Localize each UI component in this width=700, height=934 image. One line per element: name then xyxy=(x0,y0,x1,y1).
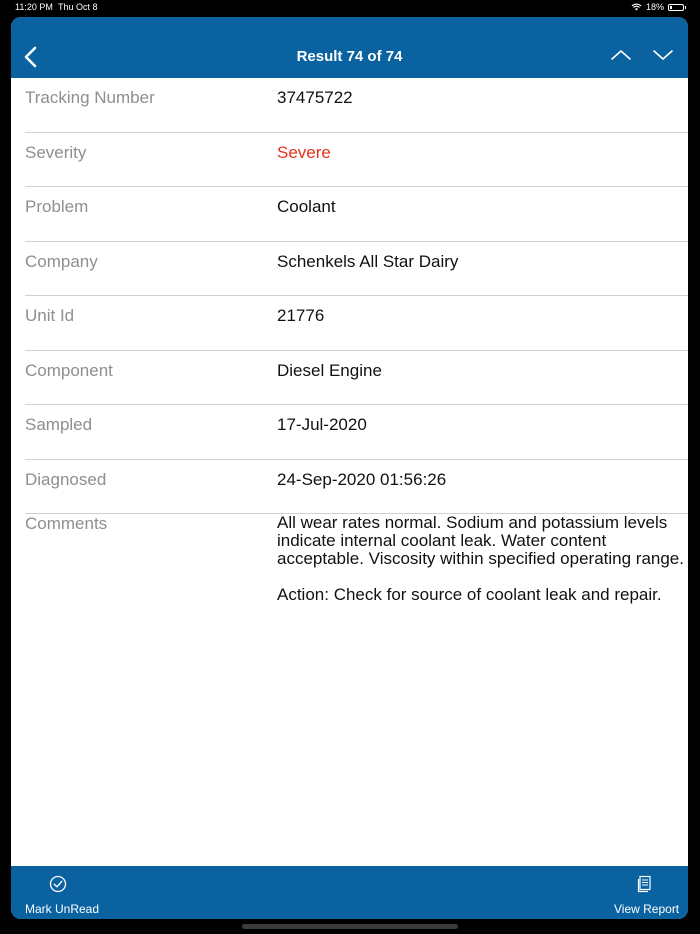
status-bar: 11:20 PM Thu Oct 8 18% xyxy=(0,0,700,16)
row-severity: Severity Severe xyxy=(11,133,688,187)
checkmark-circle-icon xyxy=(49,875,67,893)
unit-id-label: Unit Id xyxy=(25,306,75,325)
row-company: Company Schenkels All Star Dairy xyxy=(11,242,688,296)
battery-percent: 18% xyxy=(645,2,664,12)
row-component: Component Diesel Engine xyxy=(11,351,688,405)
mark-unread-label: Mark UnRead xyxy=(25,902,100,916)
row-diagnosed: Diagnosed 24-Sep-2020 01:56:26 xyxy=(11,460,688,514)
battery-icon xyxy=(668,3,684,11)
chevron-up-icon[interactable] xyxy=(609,47,633,63)
wifi-icon xyxy=(631,3,642,11)
row-unit-id: Unit Id 21776 xyxy=(11,296,688,351)
chevron-down-icon[interactable] xyxy=(651,47,675,63)
row-sampled: Sampled 17-Jul-2020 xyxy=(11,405,688,460)
comments-value: All wear rates normal. Sodium and potass… xyxy=(277,513,684,604)
detail-list: Tracking Number 37475722 Severity Severe… xyxy=(11,78,688,604)
comments-label: Comments xyxy=(25,514,108,533)
diagnosed-value: 24-Sep-2020 01:56:26 xyxy=(277,469,447,489)
nav-bar: Result 74 of 74 xyxy=(11,17,688,78)
tracking-number-label: Tracking Number xyxy=(25,88,155,107)
document-icon xyxy=(637,875,651,893)
mark-unread-button[interactable]: Mark UnRead xyxy=(24,866,104,919)
severity-value: Severe xyxy=(277,142,331,162)
component-label: Component xyxy=(25,360,113,380)
view-report-button[interactable]: View Report xyxy=(611,866,683,919)
sampled-label: Sampled xyxy=(25,415,93,434)
company-value: Schenkels All Star Dairy xyxy=(277,251,459,271)
status-right: 18% xyxy=(631,2,686,12)
diagnosed-label: Diagnosed xyxy=(25,469,107,489)
component-value: Diesel Engine xyxy=(277,360,382,380)
bottom-toolbar: Mark UnRead View Report xyxy=(11,866,688,919)
tracking-number-value: 37475722 xyxy=(277,88,353,107)
company-label: Company xyxy=(25,251,98,271)
battery-level xyxy=(670,5,672,9)
problem-label: Problem xyxy=(25,197,89,216)
unit-id-value: 21776 xyxy=(277,306,325,325)
result-detail-sheet: Result 74 of 74 Tracking Number 37475722… xyxy=(11,17,688,919)
sampled-value: 17-Jul-2020 xyxy=(277,415,367,434)
severity-label: Severity xyxy=(25,142,87,162)
row-tracking-number: Tracking Number 37475722 xyxy=(11,78,688,133)
view-report-label: View Report xyxy=(614,902,680,916)
status-time: 11:20 PM xyxy=(15,2,53,12)
status-date: Thu Oct 8 xyxy=(58,2,98,12)
page-title: Result 74 of 74 xyxy=(296,48,403,65)
home-indicator xyxy=(242,924,458,929)
problem-value: Coolant xyxy=(277,197,336,216)
row-problem: Problem Coolant xyxy=(11,187,688,242)
battery-tip xyxy=(685,5,686,9)
